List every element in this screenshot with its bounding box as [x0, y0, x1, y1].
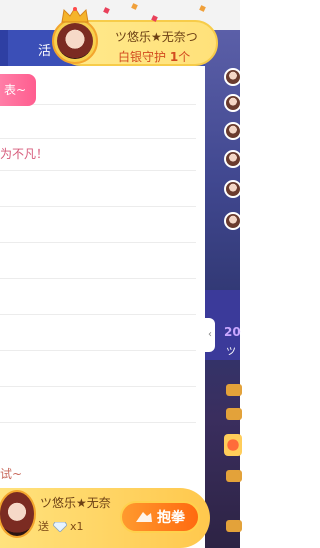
rail-year-text: 20 — [224, 325, 241, 339]
gift-count: x1 — [70, 520, 84, 533]
viewer-avatar[interactable] — [224, 122, 242, 140]
gift-send-line: 送 x1 — [38, 518, 84, 534]
chat-message: 为不凡！ — [0, 147, 49, 161]
gift-send-button[interactable]: 抱拳 — [120, 501, 200, 533]
tab-bar-edge — [0, 30, 8, 66]
gift-sender-name: ツ悠乐★无奈 — [40, 496, 111, 510]
chat-divider — [0, 422, 196, 423]
tab-active[interactable]: 活 — [38, 40, 51, 59]
guardian-avatar[interactable] — [57, 23, 93, 59]
rail-badge — [226, 520, 242, 532]
guardian-name: ツ悠乐★无奈つ — [115, 30, 198, 44]
chat-pill-button[interactable]: 表~ — [0, 74, 36, 106]
viewer-avatar[interactable] — [224, 212, 242, 230]
rail-badge — [226, 408, 242, 420]
guardian-rank-count: 1 — [169, 50, 179, 64]
crown-icon — [61, 7, 89, 23]
collapse-chevron-icon[interactable]: ‹ — [205, 318, 215, 352]
chat-divider — [0, 242, 196, 243]
viewer-avatar[interactable] — [224, 94, 242, 112]
viewer-avatar[interactable] — [224, 180, 242, 198]
gift-send-button-label: 抱拳 — [157, 510, 185, 526]
rail-badge — [226, 470, 242, 482]
chat-divider — [0, 170, 196, 171]
viewer-avatar[interactable] — [224, 150, 242, 168]
guardian-rank-suffix: 个 — [178, 50, 191, 64]
guardian-rank: 白银守护 1个 — [118, 48, 190, 65]
chat-divider — [0, 350, 196, 351]
rail-badge — [226, 384, 242, 396]
chat-divider — [0, 278, 196, 279]
fist-icon — [136, 512, 152, 522]
chat-divider — [0, 206, 196, 207]
chat-divider — [0, 386, 196, 387]
guardian-rank-prefix: 白银守护 — [118, 50, 170, 64]
chat-divider — [0, 138, 196, 139]
rail-sub-text: ツ — [226, 347, 236, 358]
chat-message: 试~ — [0, 467, 23, 481]
chat-panel — [0, 66, 205, 488]
gift-icon[interactable] — [224, 434, 242, 456]
chat-divider — [0, 314, 196, 315]
diamond-icon — [52, 522, 67, 532]
gift-send-label: 送 — [38, 520, 49, 533]
viewer-avatar[interactable] — [224, 68, 242, 86]
